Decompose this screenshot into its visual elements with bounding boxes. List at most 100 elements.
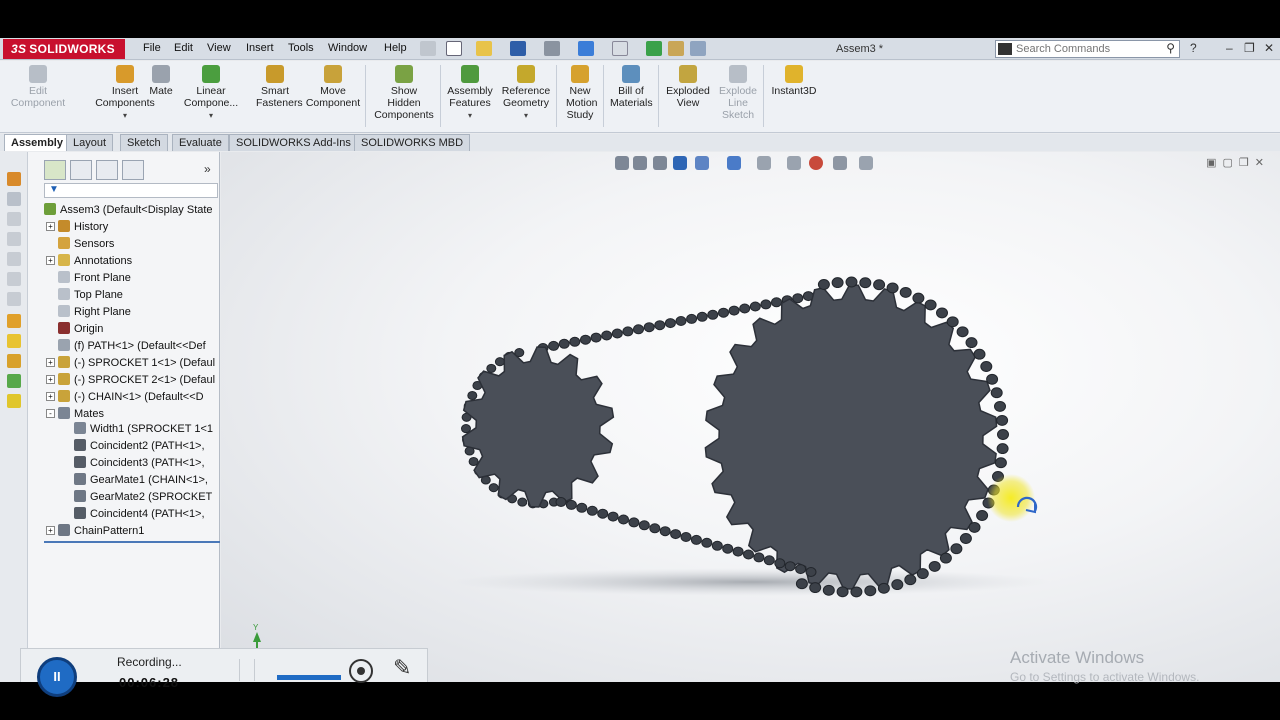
new-document-icon[interactable] [446, 41, 462, 56]
pause-recording-button[interactable]: II [37, 657, 77, 697]
expand-icon[interactable]: + [46, 392, 55, 401]
feature-icon[interactable] [7, 212, 21, 226]
ribbon-button-bill-of-materials[interactable]: Bill of Materials [610, 65, 653, 109]
display-manager-tab-icon[interactable] [122, 160, 144, 180]
options-icon[interactable] [690, 41, 706, 56]
select-arrow-icon[interactable] [612, 41, 628, 56]
tree-item-top-plane[interactable]: Top Plane [46, 288, 123, 304]
mate-item-3[interactable]: Coincident3 (PATH<1>, [62, 456, 205, 472]
dropdown-caret-icon[interactable]: ▾ [94, 110, 156, 122]
tab-assembly[interactable]: Assembly [4, 134, 70, 151]
tab-layout[interactable]: Layout [66, 134, 114, 151]
ribbon-button-instant3d[interactable]: Instant3D [770, 65, 818, 97]
expand-icon[interactable]: + [46, 526, 55, 535]
minimize-icon[interactable]: – [1226, 41, 1233, 55]
tree-filter[interactable]: ▼ [44, 183, 218, 198]
ribbon-button-edit-component[interactable]: Edit Component [10, 65, 66, 109]
mate-item-1[interactable]: Width1 (SPROCKET 1<1 [62, 422, 213, 438]
pen-annotation-icon[interactable]: ✎ [393, 655, 411, 681]
file-properties-icon[interactable] [668, 41, 684, 56]
menu-file[interactable]: File [143, 42, 161, 54]
mate-item-2[interactable]: Coincident2 (PATH<1>, [62, 439, 205, 455]
tree-item-chainpattern1[interactable]: + ChainPattern1 [46, 524, 144, 540]
tree-item-f-path-1-default-def[interactable]: (f) PATH<1> (Default<<Def [46, 339, 206, 355]
axis-icon[interactable] [7, 252, 21, 266]
tab-evaluate[interactable]: Evaluate [172, 134, 229, 151]
mass-properties-icon[interactable] [7, 334, 21, 348]
smart-dimension-icon[interactable] [7, 172, 21, 186]
sketch-icon[interactable] [7, 192, 21, 206]
pin-icon[interactable] [420, 41, 436, 56]
expand-icon[interactable]: + [46, 222, 55, 231]
measure-icon[interactable] [7, 314, 21, 328]
instant3d-icon[interactable] [7, 394, 21, 408]
ribbon-button-exploded-view[interactable]: Exploded View [664, 65, 712, 109]
mate-item-4[interactable]: GearMate1 (CHAIN<1>, [62, 473, 208, 489]
mate-item-6[interactable]: Coincident4 (PATH<1>, [62, 507, 205, 523]
solidworks-logo[interactable]: 3S SOLIDWORKS [3, 39, 125, 59]
tab-sketch[interactable]: Sketch [120, 134, 168, 151]
graphics-area[interactable]: ▣▢❐✕ Y [221, 152, 1280, 682]
ribbon-button-move-component[interactable]: Move Component [304, 65, 362, 109]
webcam-icon[interactable] [349, 659, 373, 683]
tree-item-sensors[interactable]: Sensors [46, 237, 114, 253]
section-view-icon[interactable] [7, 354, 21, 368]
tree-rollback-bar[interactable] [44, 541, 220, 543]
ribbon-button-linear-component[interactable]: Linear Compone... ▾ [180, 65, 242, 122]
ribbon-button-reference-geometry[interactable]: Reference Geometry ▾ [500, 65, 552, 122]
feature-tree-tab-icon[interactable] [44, 160, 66, 180]
ribbon-button-smart-fasteners[interactable]: Smart Fasteners [256, 65, 303, 109]
tree-item-origin[interactable]: Origin [46, 322, 103, 338]
expand-icon[interactable]: + [46, 256, 55, 265]
mate-item-5[interactable]: GearMate2 (SPROCKET [62, 490, 212, 506]
restore-icon[interactable]: ❐ [1244, 41, 1255, 55]
expand-icon[interactable]: + [46, 375, 55, 384]
tree-item-annotations[interactable]: + Annotations [46, 254, 132, 270]
tab-solidworks-add-ins[interactable]: SOLIDWORKS Add-Ins [229, 134, 358, 151]
ribbon-button-explode-line-sketch[interactable]: Explode Line Sketch [719, 65, 757, 121]
ribbon-button-assembly-features[interactable]: Assembly Features ▾ [446, 65, 494, 122]
ribbon-button-show-hidden-components[interactable]: Show Hidden Components [372, 65, 436, 121]
expand-icon[interactable]: + [46, 358, 55, 367]
point-icon[interactable] [7, 272, 21, 286]
dropdown-caret-icon[interactable]: ▾ [500, 110, 552, 122]
ribbon-button-mate[interactable]: Mate [148, 65, 174, 97]
tree-root-assembly[interactable]: Assem3 (Default<Display State [32, 203, 213, 219]
plane-icon[interactable] [7, 232, 21, 246]
tree-item-front-plane[interactable]: Front Plane [46, 271, 131, 287]
collapse-icon[interactable]: - [46, 409, 55, 418]
search-input[interactable] [1016, 42, 1156, 56]
expand-panel-icon[interactable]: » [204, 162, 211, 176]
tree-item-sprocket-2-1-defaul[interactable]: + (-) SPROCKET 2<1> (Defaul [46, 373, 215, 389]
appearance-icon[interactable] [7, 374, 21, 388]
search-icon[interactable]: ⚲ [1166, 41, 1175, 55]
help-icon[interactable]: ? [1190, 41, 1197, 55]
coordinate-icon[interactable] [7, 292, 21, 306]
rebuild-icon[interactable] [646, 41, 662, 56]
tree-item-right-plane[interactable]: Right Plane [46, 305, 131, 321]
save-icon[interactable] [510, 41, 526, 56]
menu-view[interactable]: View [207, 42, 231, 54]
dropdown-caret-icon[interactable]: ▾ [446, 110, 494, 122]
tree-item-chain-1-default-d[interactable]: + (-) CHAIN<1> (Default<<D [46, 390, 204, 406]
print-icon[interactable] [544, 41, 560, 56]
close-icon[interactable]: ✕ [1264, 41, 1274, 55]
search-commands[interactable]: ⚲ [995, 40, 1180, 58]
undo-icon[interactable] [578, 41, 594, 56]
menu-window[interactable]: Window [328, 42, 367, 54]
menu-edit[interactable]: Edit [174, 42, 193, 54]
tree-item-mates[interactable]: - Mates [46, 407, 104, 423]
tree-item-history[interactable]: + History [46, 220, 108, 236]
open-folder-icon[interactable] [476, 41, 492, 56]
configuration-manager-tab-icon[interactable] [96, 160, 118, 180]
menu-tools[interactable]: Tools [288, 42, 314, 54]
tree-item-sprocket-1-1-defaul[interactable]: + (-) SPROCKET 1<1> (Defaul [46, 356, 215, 372]
ribbon-button-insert-components[interactable]: Insert Components ▾ [94, 65, 156, 122]
menu-help[interactable]: Help [384, 42, 407, 54]
ribbon-button-new-motion-study[interactable]: New Motion Study [566, 65, 598, 121]
menu-insert[interactable]: Insert [246, 42, 274, 54]
dropdown-caret-icon[interactable]: ▾ [180, 110, 242, 122]
large-sprocket[interactable] [704, 284, 998, 590]
tab-solidworks-mbd[interactable]: SOLIDWORKS MBD [354, 134, 471, 151]
property-manager-tab-icon[interactable] [70, 160, 92, 180]
